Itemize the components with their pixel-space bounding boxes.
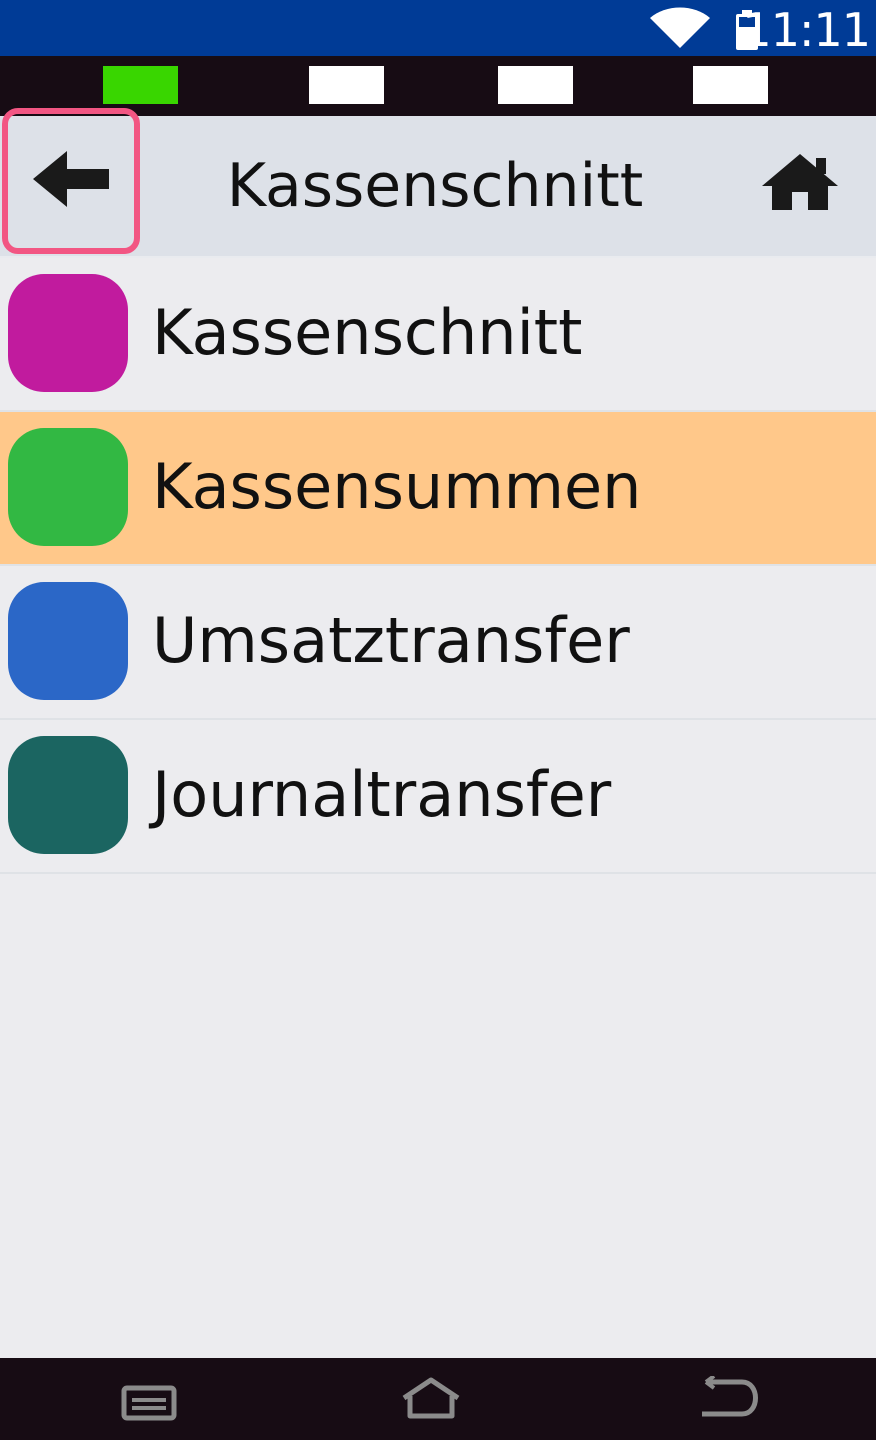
page-title: Kassenschnitt bbox=[226, 151, 644, 221]
wifi-icon bbox=[648, 6, 712, 54]
menu-item-journaltransfer[interactable]: Journaltransfer bbox=[0, 720, 876, 874]
indicator bbox=[498, 66, 573, 104]
home-icon bbox=[396, 1377, 466, 1428]
recent-apps-button[interactable] bbox=[114, 1376, 184, 1424]
back-button[interactable] bbox=[2, 108, 140, 254]
back-icon bbox=[696, 1374, 766, 1428]
arrow-left-icon bbox=[31, 149, 111, 213]
indicator-bar bbox=[0, 56, 876, 116]
indicator bbox=[309, 66, 384, 104]
menu-item-kassenschnitt[interactable]: Kassenschnitt bbox=[0, 258, 876, 412]
status-bar: 11:11 bbox=[0, 0, 876, 56]
status-time: 11:11 bbox=[742, 3, 871, 57]
menu-item-label: Kassenschnitt bbox=[152, 296, 583, 369]
indicator bbox=[693, 66, 768, 104]
menu-item-umsatztransfer[interactable]: Umsatztransfer bbox=[0, 566, 876, 720]
system-nav-bar bbox=[0, 1358, 876, 1440]
color-tile bbox=[8, 428, 128, 546]
color-tile bbox=[8, 582, 128, 700]
menu-item-label: Kassensummen bbox=[152, 450, 642, 523]
home-button[interactable] bbox=[760, 152, 846, 232]
recent-apps-icon bbox=[114, 1385, 184, 1428]
menu-item-kassensummen[interactable]: Kassensummen bbox=[0, 412, 876, 566]
menu-list: Kassenschnitt Kassensummen Umsatztransfe… bbox=[0, 258, 876, 874]
menu-item-label: Journaltransfer bbox=[152, 758, 612, 831]
indicator-active bbox=[103, 66, 178, 104]
nav-back-button[interactable] bbox=[696, 1374, 766, 1424]
color-tile bbox=[8, 274, 128, 392]
app-header: Kassenschnitt bbox=[0, 108, 876, 258]
home-icon bbox=[760, 154, 840, 216]
color-tile bbox=[8, 736, 128, 854]
menu-item-label: Umsatztransfer bbox=[152, 604, 630, 677]
nav-home-button[interactable] bbox=[396, 1376, 466, 1424]
